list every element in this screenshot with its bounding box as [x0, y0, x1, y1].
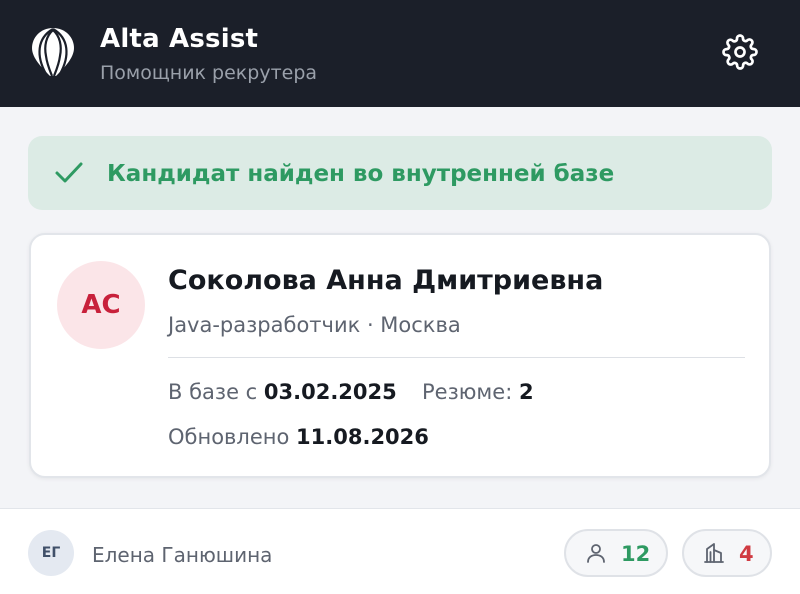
added-date-info: В базе с 03.02.2025: [168, 380, 397, 404]
updated-label: Обновлено: [168, 425, 290, 449]
candidates-count: 12: [621, 542, 651, 566]
check-icon: [55, 162, 83, 183]
alert-message: Кандидат найден во внутренней базе: [107, 161, 615, 187]
resume-count: 2: [518, 380, 534, 404]
companies-count-button[interactable]: 4: [682, 529, 772, 577]
updated-date: 11.08.2026: [296, 425, 429, 449]
candidates-count-button[interactable]: 12: [564, 529, 668, 577]
resume-label: Резюме:: [422, 380, 513, 404]
gear-icon: [722, 34, 758, 70]
building-icon: [704, 543, 724, 563]
hot-air-balloon-logo: [32, 28, 74, 77]
added-date: 03.02.2025: [263, 380, 397, 404]
candidate-role: Java-разработчик · Москва: [168, 313, 461, 337]
candidate-card[interactable]: АС Соколова Анна Дмитриевна Java-разрабо…: [29, 233, 771, 478]
card-divider: [168, 357, 745, 358]
companies-count: 4: [739, 542, 754, 566]
updated-date-info: Обновлено 11.08.2026: [168, 425, 429, 449]
user-avatar: ЕГ: [28, 530, 74, 576]
person-icon: [587, 544, 605, 563]
app-title: Alta Assist: [100, 24, 259, 54]
candidate-avatar: АС: [57, 261, 145, 349]
app-header: Alta Assist Помощник рекрутера: [0, 0, 800, 107]
candidate-name: Соколова Анна Дмитриевна: [168, 265, 604, 296]
app-footer: ЕГ Елена Ганюшина 12 4: [0, 508, 800, 594]
resume-count-info: Резюме: 2: [422, 380, 534, 404]
user-name: Елена Ганюшина: [92, 543, 273, 567]
candidate-found-alert: Кандидат найден во внутренней базе: [28, 136, 772, 210]
settings-button[interactable]: [720, 32, 760, 72]
added-label: В базе с: [168, 380, 258, 404]
app-subtitle: Помощник рекрутера: [100, 62, 318, 84]
